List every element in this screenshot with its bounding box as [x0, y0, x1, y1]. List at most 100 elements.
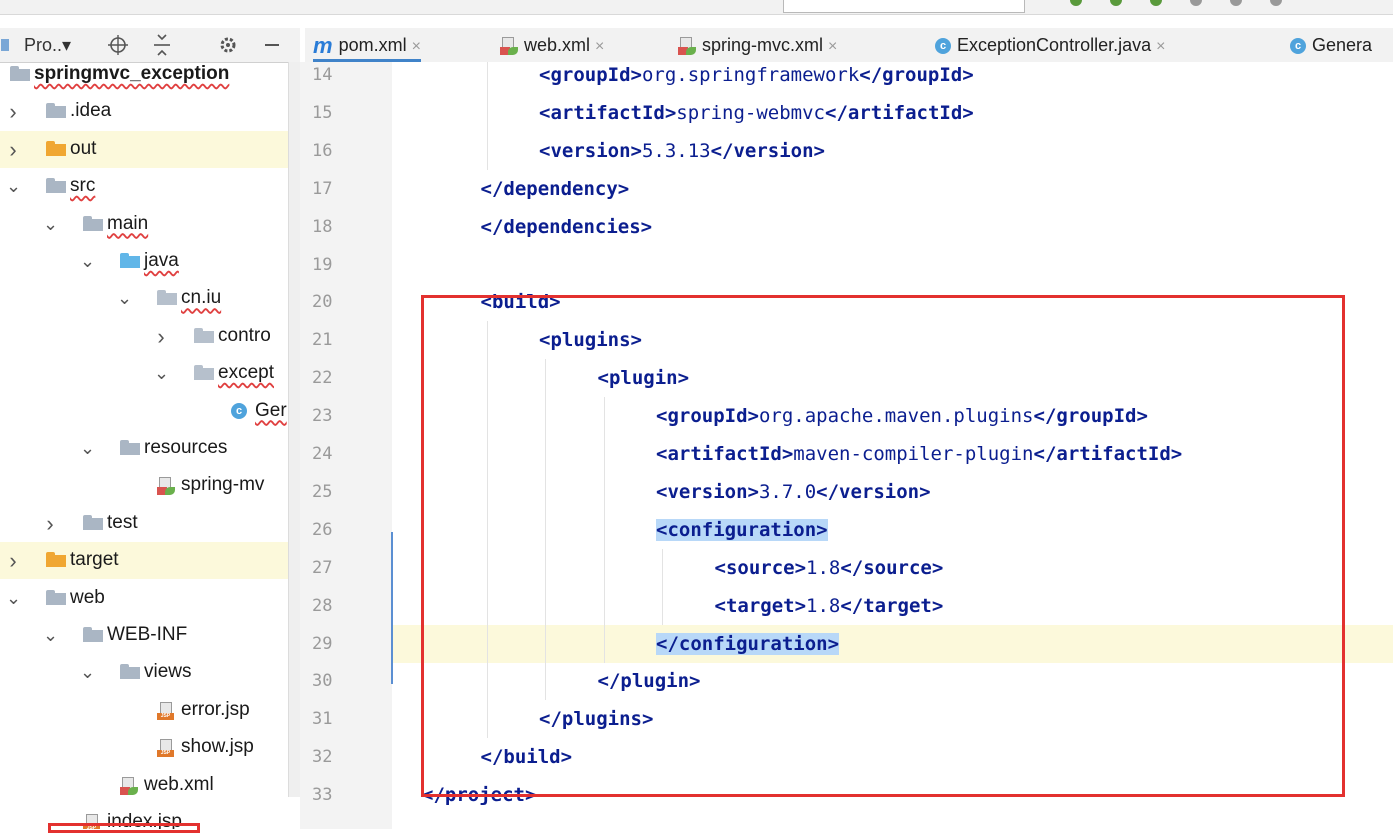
tree-item[interactable]: ⌄ src	[0, 168, 288, 205]
tree-item[interactable]: › .idea	[0, 93, 288, 130]
xml-tag: </dependency>	[480, 177, 630, 200]
gear-icon[interactable]	[218, 28, 238, 62]
tree-item[interactable]: ⌄ web	[0, 580, 288, 617]
line-number: 26	[312, 519, 333, 540]
project-view-selector[interactable]: Pro..▾	[24, 28, 71, 62]
coverage-icon[interactable]	[1190, 0, 1202, 6]
tree-item-label: .idea	[70, 100, 112, 122]
tree-item[interactable]: web.xml	[0, 767, 288, 804]
line-number: 22	[312, 368, 333, 389]
chevron-right-icon[interactable]: ›	[154, 318, 168, 355]
tree-item-label: WEB-INF	[107, 624, 188, 645]
jsp-file-icon: JSP	[157, 701, 175, 720]
tree-item[interactable]: ⌄ views	[0, 654, 288, 691]
tree-item[interactable]: c Ger	[0, 393, 288, 430]
close-icon[interactable]: ×	[828, 38, 837, 55]
line-number: 17	[312, 178, 333, 199]
xml-file-icon	[157, 477, 175, 496]
tree-item-label: Ger	[255, 399, 287, 421]
line-number: 33	[312, 785, 333, 806]
chevron-right-icon[interactable]: ›	[6, 93, 20, 130]
tab-1[interactable]: web.xml ×	[500, 28, 604, 62]
chevron-down-icon[interactable]: ⌄	[6, 580, 21, 617]
tree-item-label: except	[218, 362, 274, 384]
profile-icon[interactable]	[1230, 0, 1242, 6]
tree-item-label: src	[70, 175, 96, 197]
tree-item[interactable]: springmvc_exception	[0, 62, 288, 93]
tree-item[interactable]: ⌄ cn.iu	[0, 280, 288, 317]
close-icon[interactable]: ×	[412, 38, 421, 55]
project-view-icon	[0, 28, 10, 62]
line-number: 24	[312, 444, 333, 464]
run-configuration-combo[interactable]	[783, 0, 1025, 13]
tab-4[interactable]: c Genera	[1290, 28, 1372, 62]
minimize-icon[interactable]	[262, 28, 282, 62]
tree-item[interactable]: ⌄ WEB-INF	[0, 617, 288, 654]
tree-item-label: cn.iu	[181, 287, 222, 309]
chevron-down-icon[interactable]: ⌄	[117, 280, 132, 317]
code-line: </dependencies>	[392, 208, 1393, 246]
folder-icon	[46, 589, 66, 605]
tree-item[interactable]: ⌄ java	[0, 243, 288, 280]
chevron-down-icon[interactable]: ⌄	[80, 430, 95, 467]
run-icon[interactable]	[1110, 0, 1122, 6]
collapse-all-icon[interactable]	[152, 28, 172, 62]
chevron-right-icon[interactable]: ›	[6, 542, 20, 579]
package-icon	[157, 290, 177, 306]
chevron-right-icon[interactable]: ›	[43, 505, 57, 542]
code-line: <version>5.3.13</version>	[392, 131, 1393, 170]
chevron-down-icon[interactable]: ⌄	[154, 355, 169, 392]
tree-item[interactable]: spring-mv	[0, 467, 288, 504]
code-line: <groupId>org.springframework</groupId>	[392, 62, 1393, 94]
stop-icon[interactable]	[1270, 0, 1282, 6]
tree-item-label: target	[70, 549, 119, 571]
folder-icon	[10, 66, 30, 81]
line-number: 27	[312, 557, 333, 578]
folder-icon	[83, 215, 103, 231]
tree-item-label: main	[107, 212, 149, 234]
line-number: 18	[312, 216, 333, 237]
tree-item[interactable]: › out	[0, 130, 288, 168]
build-icon[interactable]	[1070, 0, 1082, 6]
line-number: 16	[312, 140, 333, 161]
line-number: 31	[312, 709, 333, 730]
tree-item-label: java	[144, 250, 179, 271]
annotation-highlight-box-2	[48, 823, 200, 833]
class-icon: c	[935, 38, 951, 55]
xml-file-icon	[500, 37, 518, 56]
close-icon[interactable]: ×	[1156, 38, 1165, 55]
chevron-down-icon[interactable]: ⌄	[43, 206, 58, 243]
xml-tag: </version>	[710, 139, 825, 162]
chevron-down-icon[interactable]: ⌄	[80, 243, 95, 280]
xml-tag: </artifactId>	[825, 101, 974, 124]
tree-item[interactable]: JSP show.jsp	[0, 729, 288, 766]
tab-2[interactable]: spring-mvc.xml ×	[678, 28, 837, 62]
target-icon[interactable]	[108, 28, 128, 62]
code-line: </dependency>	[392, 170, 1393, 208]
tab-3[interactable]: c ExceptionController.java ×	[935, 28, 1165, 62]
tree-item[interactable]: › test	[0, 505, 288, 542]
folder-icon	[120, 664, 140, 680]
tree-item[interactable]: › contro	[0, 318, 288, 355]
tree-item[interactable]: ⌄ main	[0, 206, 288, 243]
line-number: 25	[312, 481, 333, 502]
tree-item[interactable]: ⌄ except	[0, 355, 288, 392]
tree-item[interactable]: JSP error.jsp	[0, 692, 288, 729]
package-icon	[194, 365, 214, 381]
indent-guide	[486, 93, 488, 132]
chevron-right-icon[interactable]: ›	[6, 131, 20, 168]
tree-item-label: views	[144, 661, 192, 683]
line-number: 15	[312, 102, 333, 123]
tab-label: spring-mvc.xml	[702, 35, 824, 55]
scope-indicator	[391, 532, 393, 684]
close-icon[interactable]: ×	[595, 38, 604, 55]
editor-gutter: 14 15 16 17 18 19 20 21 22 23 24 25 26 27 28 29 30 31 32 33	[300, 62, 410, 829]
line-number: 23	[312, 406, 333, 427]
debug-icon[interactable]	[1150, 0, 1162, 6]
tree-item[interactable]: › target	[0, 542, 288, 580]
chevron-down-icon[interactable]: ⌄	[80, 654, 95, 691]
chevron-down-icon[interactable]: ⌄	[6, 168, 21, 205]
tree-item[interactable]: ⌄ resources	[0, 430, 288, 467]
chevron-down-icon[interactable]: ⌄	[43, 617, 58, 654]
